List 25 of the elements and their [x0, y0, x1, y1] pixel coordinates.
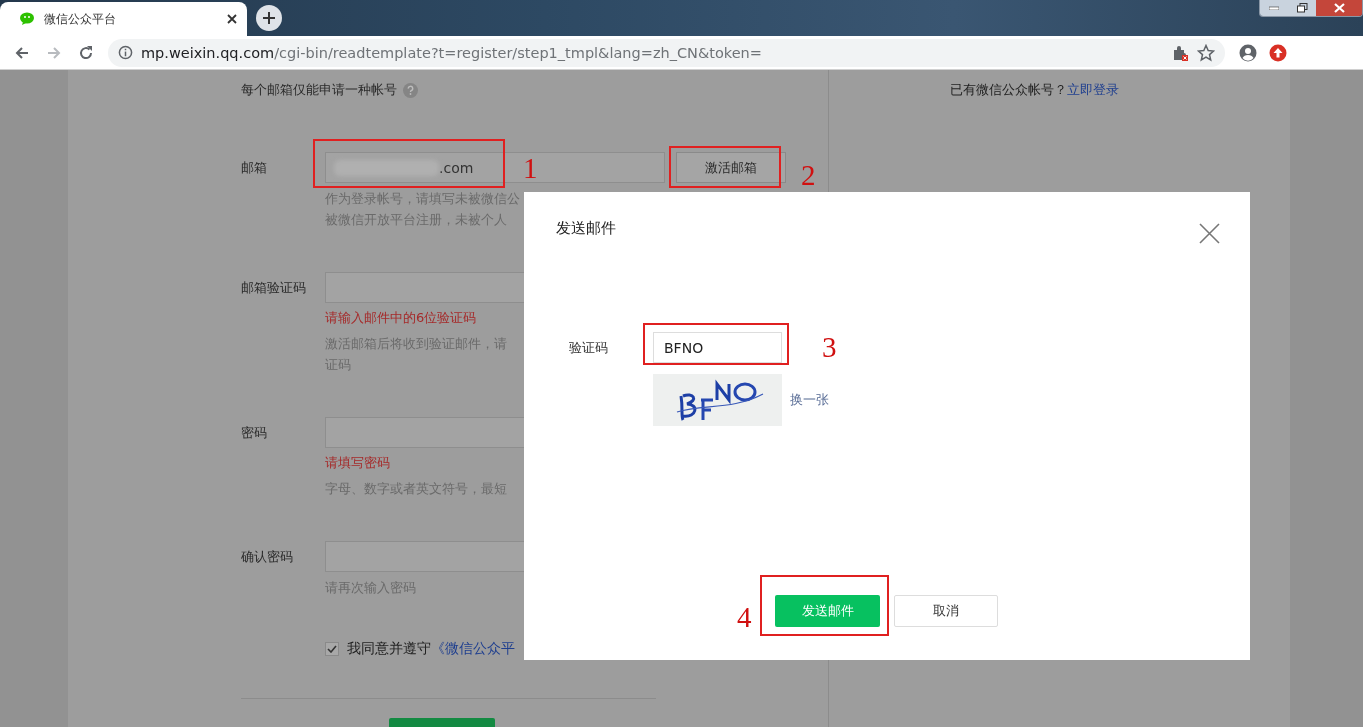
login-link[interactable]: 立即登录: [1067, 80, 1119, 100]
field-label: 邮箱: [241, 159, 268, 177]
agreement-link[interactable]: 《微信公众平: [431, 640, 515, 658]
error-text: 请输入邮件中的6位验证码: [325, 309, 477, 327]
refresh-link[interactable]: 换一张: [790, 391, 829, 409]
step-number: 4: [737, 601, 752, 633]
agreement-text: 我同意并遵守: [347, 640, 431, 658]
step-number: 1: [523, 152, 538, 184]
error-text: 请填写密码: [325, 454, 390, 472]
step-number: 3: [822, 331, 837, 363]
url-text: mp.weixin.qq.com/cgi-bin/readtemplate?t=register/step1_tmpl&lang=zh_CN&token=: [141, 44, 762, 61]
dialog-title: 发送邮件: [556, 218, 616, 238]
login-prompt: 已有微信公众帐号？: [950, 81, 1067, 99]
step-number: 2: [801, 159, 816, 191]
field-label: 密码: [241, 424, 268, 442]
notice-text: 每个邮箱仅能申请一种帐号: [241, 81, 397, 99]
field-label: 邮箱验证码: [241, 279, 307, 297]
captcha-input[interactable]: BFNO: [653, 332, 782, 363]
field-label: 确认密码: [241, 548, 294, 566]
cancel-button[interactable]: 取消: [894, 595, 998, 627]
field-label: 验证码: [568, 339, 609, 357]
tab-title: 微信公众平台: [44, 10, 117, 28]
activate-button[interactable]: 激活邮箱: [676, 152, 786, 183]
address-bar[interactable]: mp.weixin.qq.com/cgi-bin/readtemplate?t=register/step1_tmpl&lang=zh_CN&token=: [108, 38, 1225, 67]
browser-tab[interactable]: 微信公众平台: [0, 2, 247, 36]
